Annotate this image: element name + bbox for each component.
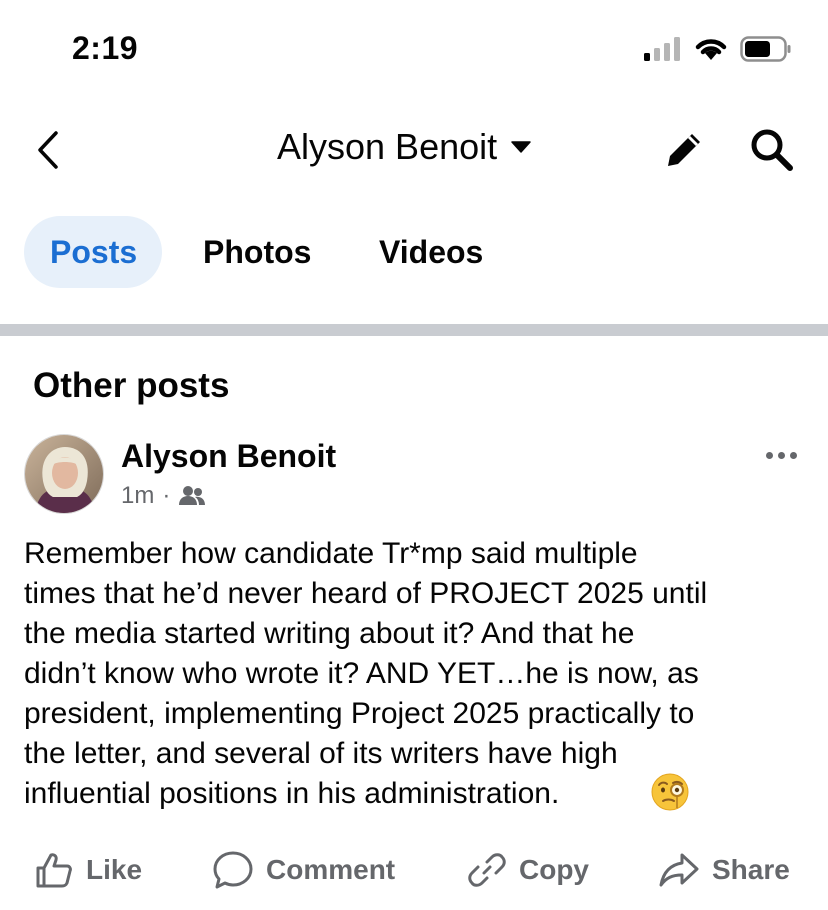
status-icons (644, 36, 792, 62)
share-button[interactable]: Share (658, 846, 790, 894)
edit-button[interactable] (662, 128, 706, 172)
search-icon (751, 129, 793, 171)
like-button[interactable]: Like (34, 846, 142, 894)
post-author[interactable]: Alyson Benoit (121, 438, 336, 475)
battery-icon (740, 36, 791, 62)
more-dot (790, 451, 797, 459)
cellular-signal-icon (644, 37, 680, 61)
post-time[interactable]: 1m (121, 482, 154, 510)
comment-label: Comment (266, 854, 396, 885)
post-meta: 1m · (121, 482, 206, 510)
face-with-monocle-emoji (651, 773, 689, 811)
friends-icon (179, 486, 206, 505)
share-icon (659, 853, 699, 887)
copy-button[interactable]: Copy (467, 846, 589, 894)
like-label: Like (86, 854, 143, 885)
comment-button[interactable]: Comment (212, 846, 395, 894)
profile-posts-screen: 2:19 Alyson Benoit Posts Photos Videos O… (0, 0, 828, 910)
profile-switcher[interactable]: Alyson Benoit (277, 126, 531, 168)
header-title: Alyson Benoit (277, 126, 498, 167)
post-text: Remember how candidate Tr*mp said multip… (24, 537, 708, 810)
link-icon (468, 853, 506, 887)
section-title: Other posts (33, 366, 230, 405)
tab-posts[interactable]: Posts (24, 216, 162, 288)
profile-photo (25, 435, 103, 513)
tab-videos[interactable]: Videos (353, 216, 509, 288)
thumbs-up-icon (36, 853, 72, 888)
chevron-left-icon (38, 131, 58, 169)
comment-icon (213, 851, 253, 889)
share-label: Share (712, 854, 790, 885)
section-divider (0, 324, 828, 336)
copy-label: Copy (519, 854, 589, 885)
pencil-icon (668, 134, 700, 166)
back-button[interactable] (30, 128, 66, 172)
caret-down-icon (511, 141, 531, 153)
status-time: 2:19 (72, 30, 139, 66)
more-options-button[interactable] (766, 444, 802, 466)
more-dot (766, 451, 773, 459)
avatar[interactable] (24, 434, 104, 514)
more-dot (778, 451, 785, 459)
search-button[interactable] (748, 126, 796, 174)
wifi-icon (695, 39, 727, 60)
tab-photos[interactable]: Photos (177, 216, 337, 288)
meta-separator: · (162, 482, 171, 509)
